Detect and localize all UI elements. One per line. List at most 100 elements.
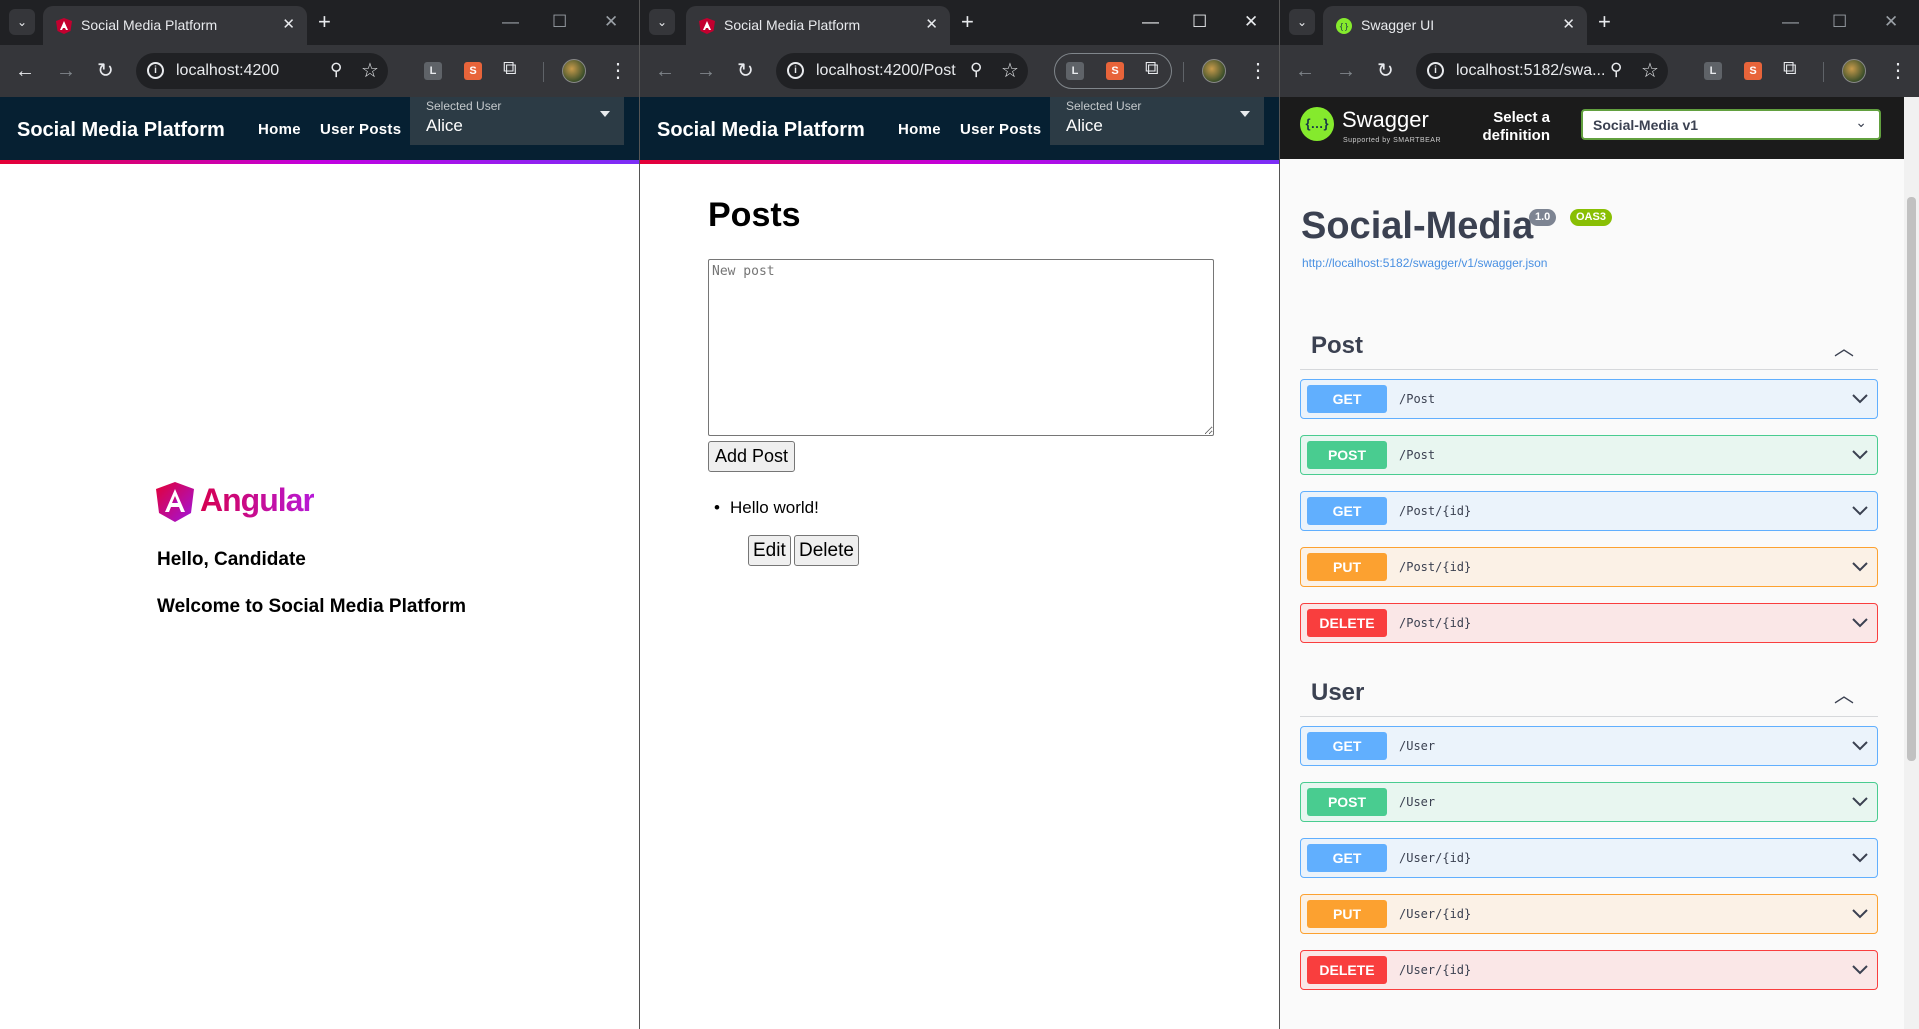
operation-delete[interactable]: DELETE/Post/{id} xyxy=(1300,603,1878,643)
new-post-textarea[interactable] xyxy=(708,259,1214,436)
operation-post[interactable]: POST/Post xyxy=(1300,435,1878,475)
chrome-menu-icon[interactable]: ⋮ xyxy=(1248,58,1268,83)
address-bar[interactable]: i localhost:4200/Post ⚲ ☆ xyxy=(776,53,1028,89)
tab-strip: ⌄ Social Media Platform ✕ + — ☐ ✕ xyxy=(640,0,1279,45)
definition-select[interactable]: Social-Media v1 ⌄ xyxy=(1581,109,1881,140)
operation-path: /Post/{id} xyxy=(1399,504,1472,518)
new-tab-icon[interactable]: + xyxy=(1598,9,1611,35)
zoom-icon[interactable]: ⚲ xyxy=(330,60,342,80)
chevron-down-icon[interactable] xyxy=(1851,736,1869,759)
operation-get[interactable]: GET/Post/{id} xyxy=(1300,491,1878,531)
app-brand[interactable]: Social Media Platform xyxy=(17,119,225,142)
extension-l-icon[interactable]: L xyxy=(424,62,442,80)
profile-avatar[interactable] xyxy=(1202,59,1226,83)
spec-url-link[interactable]: http://localhost:5182/swagger/v1/swagger… xyxy=(1302,256,1547,270)
tag-section-user[interactable]: User ︿ xyxy=(1300,669,1878,717)
operation-put[interactable]: PUT/Post/{id} xyxy=(1300,547,1878,587)
chrome-menu-icon[interactable]: ⋮ xyxy=(1888,58,1908,83)
tab-search-icon[interactable]: ⌄ xyxy=(649,9,675,35)
minimize-icon[interactable]: — xyxy=(502,9,519,35)
operation-get[interactable]: GET/User xyxy=(1300,726,1878,766)
selected-user-select[interactable]: Selected User Alice xyxy=(410,97,624,145)
operation-get[interactable]: GET/User/{id} xyxy=(1300,838,1878,878)
address-bar[interactable]: i localhost:5182/swa... ⚲ ☆ xyxy=(1416,53,1668,89)
close-tab-icon[interactable]: ✕ xyxy=(925,15,938,33)
chevron-down-icon[interactable] xyxy=(1851,613,1869,636)
app-brand[interactable]: Social Media Platform xyxy=(657,119,865,142)
edit-post-button[interactable]: Edit xyxy=(748,535,791,566)
zoom-icon[interactable]: ⚲ xyxy=(970,60,982,80)
new-tab-icon[interactable]: + xyxy=(318,9,331,35)
close-tab-icon[interactable]: ✕ xyxy=(1562,15,1575,33)
extensions-puzzle-icon[interactable]: ⧉ xyxy=(1783,58,1797,80)
chrome-menu-icon[interactable]: ⋮ xyxy=(608,58,628,83)
nav-home-link[interactable]: Home xyxy=(258,121,301,138)
back-icon[interactable]: ← xyxy=(15,58,35,84)
extensions-puzzle-icon[interactable]: ⧉ xyxy=(1145,58,1159,80)
chevron-down-icon[interactable] xyxy=(1851,557,1869,580)
extension-l-icon[interactable]: L xyxy=(1704,62,1722,80)
nav-home-link[interactable]: Home xyxy=(898,121,941,138)
scrollbar[interactable] xyxy=(1904,97,1919,1029)
close-tab-icon[interactable]: ✕ xyxy=(282,15,295,33)
reload-icon[interactable]: ↻ xyxy=(97,58,114,84)
maximize-icon[interactable]: ☐ xyxy=(1832,9,1847,35)
profile-avatar[interactable] xyxy=(562,59,586,83)
reload-icon[interactable]: ↻ xyxy=(1377,58,1394,84)
maximize-icon[interactable]: ☐ xyxy=(1192,9,1207,35)
bookmark-star-icon[interactable]: ☆ xyxy=(361,58,379,83)
tag-section-weatherforecast[interactable]: WeatherForecast︿ xyxy=(1300,1016,1878,1029)
collapse-chevron-up-icon[interactable]: ︿ xyxy=(1834,679,1854,708)
nav-user-posts-link[interactable]: User Posts xyxy=(320,121,401,138)
extension-s-icon[interactable]: S xyxy=(464,62,482,80)
site-info-icon[interactable]: i xyxy=(1427,62,1444,79)
forward-icon[interactable]: → xyxy=(696,58,716,84)
chevron-down-icon[interactable] xyxy=(1851,445,1869,468)
browser-tab[interactable]: Social Media Platform ✕ xyxy=(686,6,950,45)
extension-s-icon[interactable]: S xyxy=(1106,62,1124,80)
browser-tab[interactable]: Social Media Platform ✕ xyxy=(43,6,307,45)
forward-icon[interactable]: → xyxy=(1336,58,1356,84)
profile-avatar[interactable] xyxy=(1842,59,1866,83)
tab-search-icon[interactable]: ⌄ xyxy=(9,9,35,35)
site-info-icon[interactable]: i xyxy=(147,62,164,79)
browser-tab[interactable]: {} Swagger UI ✕ xyxy=(1323,6,1587,45)
chevron-down-icon[interactable] xyxy=(1851,960,1869,983)
close-window-icon[interactable]: ✕ xyxy=(1244,9,1258,35)
operation-post[interactable]: POST/User xyxy=(1300,782,1878,822)
chevron-down-icon[interactable] xyxy=(1851,848,1869,871)
forward-icon[interactable]: → xyxy=(56,58,76,84)
scrollbar-thumb[interactable] xyxy=(1907,197,1916,761)
site-info-icon[interactable]: i xyxy=(787,62,804,79)
operation-delete[interactable]: DELETE/User/{id} xyxy=(1300,950,1878,990)
tab-search-icon[interactable]: ⌄ xyxy=(1289,9,1315,35)
extension-l-icon[interactable]: L xyxy=(1066,62,1084,80)
close-window-icon[interactable]: ✕ xyxy=(604,9,618,35)
operation-get[interactable]: GET/Post xyxy=(1300,379,1878,419)
zoom-icon[interactable]: ⚲ xyxy=(1610,60,1622,80)
selected-user-select[interactable]: Selected User Alice xyxy=(1050,97,1264,145)
tag-section-post[interactable]: Post ︿ xyxy=(1300,322,1878,370)
add-post-button[interactable]: Add Post xyxy=(708,441,796,472)
chevron-down-icon[interactable] xyxy=(1851,792,1869,815)
back-icon[interactable]: ← xyxy=(1295,58,1315,84)
bookmark-star-icon[interactable]: ☆ xyxy=(1641,58,1659,83)
extensions-puzzle-icon[interactable]: ⧉ xyxy=(503,58,517,80)
operation-put[interactable]: PUT/User/{id} xyxy=(1300,894,1878,934)
back-icon[interactable]: ← xyxy=(655,58,675,84)
chevron-down-icon[interactable] xyxy=(1851,389,1869,412)
chevron-down-icon[interactable] xyxy=(1851,904,1869,927)
bookmark-star-icon[interactable]: ☆ xyxy=(1001,58,1019,83)
address-bar[interactable]: i localhost:4200 ⚲ ☆ xyxy=(136,53,388,89)
minimize-icon[interactable]: — xyxy=(1782,9,1799,35)
nav-user-posts-link[interactable]: User Posts xyxy=(960,121,1041,138)
collapse-chevron-up-icon[interactable]: ︿ xyxy=(1834,332,1854,361)
minimize-icon[interactable]: — xyxy=(1142,9,1159,35)
reload-icon[interactable]: ↻ xyxy=(737,58,754,84)
maximize-icon[interactable]: ☐ xyxy=(552,9,567,35)
delete-post-button[interactable]: Delete xyxy=(794,535,859,566)
chevron-down-icon[interactable] xyxy=(1851,501,1869,524)
new-tab-icon[interactable]: + xyxy=(961,9,974,35)
close-window-icon[interactable]: ✕ xyxy=(1884,9,1898,35)
extension-s-icon[interactable]: S xyxy=(1744,62,1762,80)
